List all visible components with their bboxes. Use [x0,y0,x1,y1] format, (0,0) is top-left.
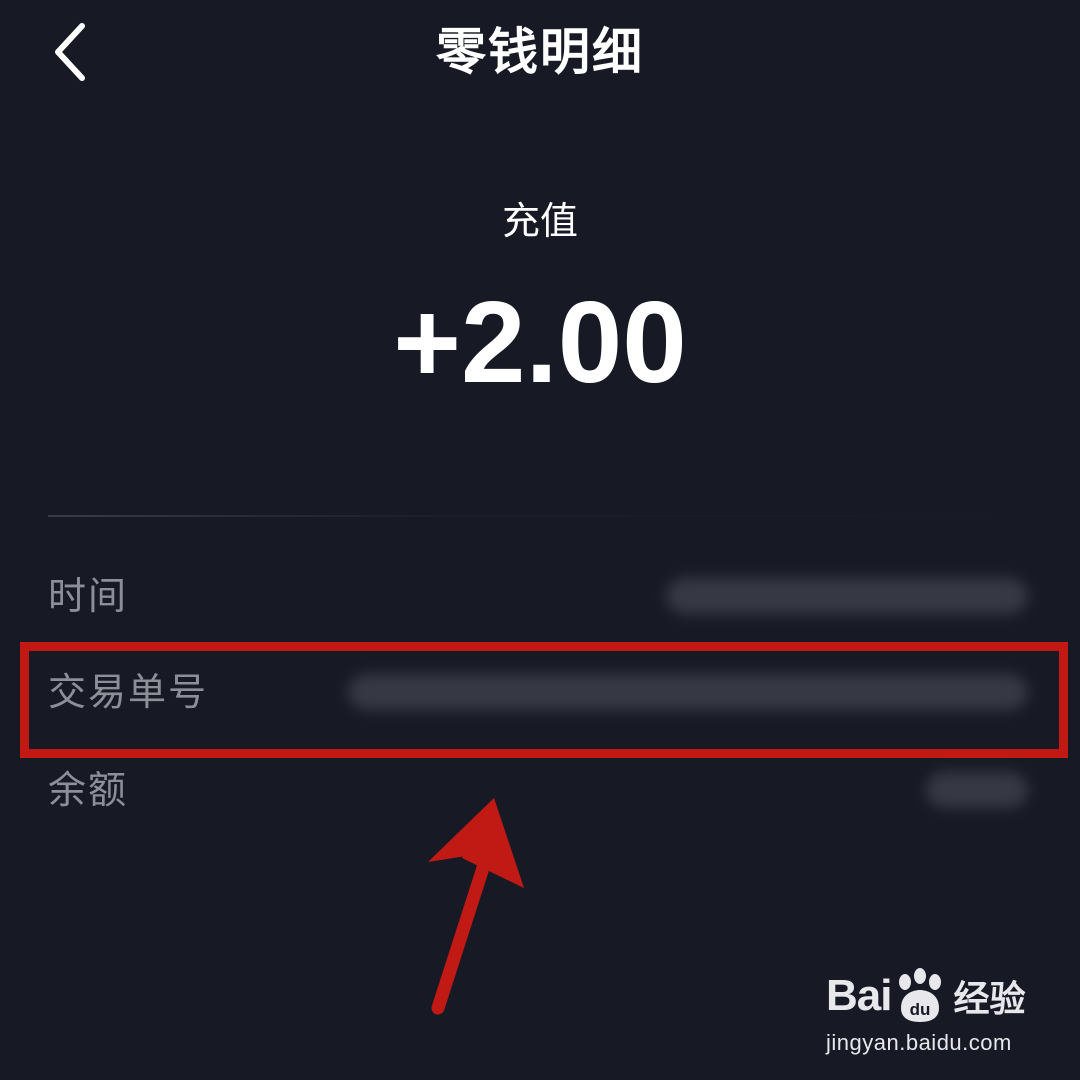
detail-label-balance: 余额 [48,768,129,812]
detail-row-balance: 余额 [48,760,1032,820]
transaction-type: 充值 [501,199,578,243]
transaction-amount: +2.00 [393,277,687,407]
detail-row-time: 时间 [48,566,1032,626]
detail-label-time: 时间 [48,574,129,618]
watermark-brand-cn: 经验 [953,979,1026,1020]
highlight-box [20,642,1068,758]
watermark-url: jingyan.baidu.com [826,1030,1012,1055]
watermark-paw-text: du [910,1000,931,1019]
watermark: Bai du 经验 jingyan.baidu.com [826,962,1026,1062]
arrow-up-icon [410,780,540,1020]
page-title: 零钱明细 [436,23,644,81]
paw-icon: du [893,968,947,1024]
watermark-brand-left: Bai [826,971,892,1020]
detail-value-time-obscured [666,578,1028,614]
detail-value-balance-obscured [926,772,1028,808]
watermark-logo: Bai du 经验 [826,962,1026,1030]
divider [48,515,1032,517]
header: 零钱明细 [0,0,1080,110]
screen: 零钱明细 充值 +2.00 时间 交易单号 余额 Bai du 经验 jingy… [0,0,1080,1080]
